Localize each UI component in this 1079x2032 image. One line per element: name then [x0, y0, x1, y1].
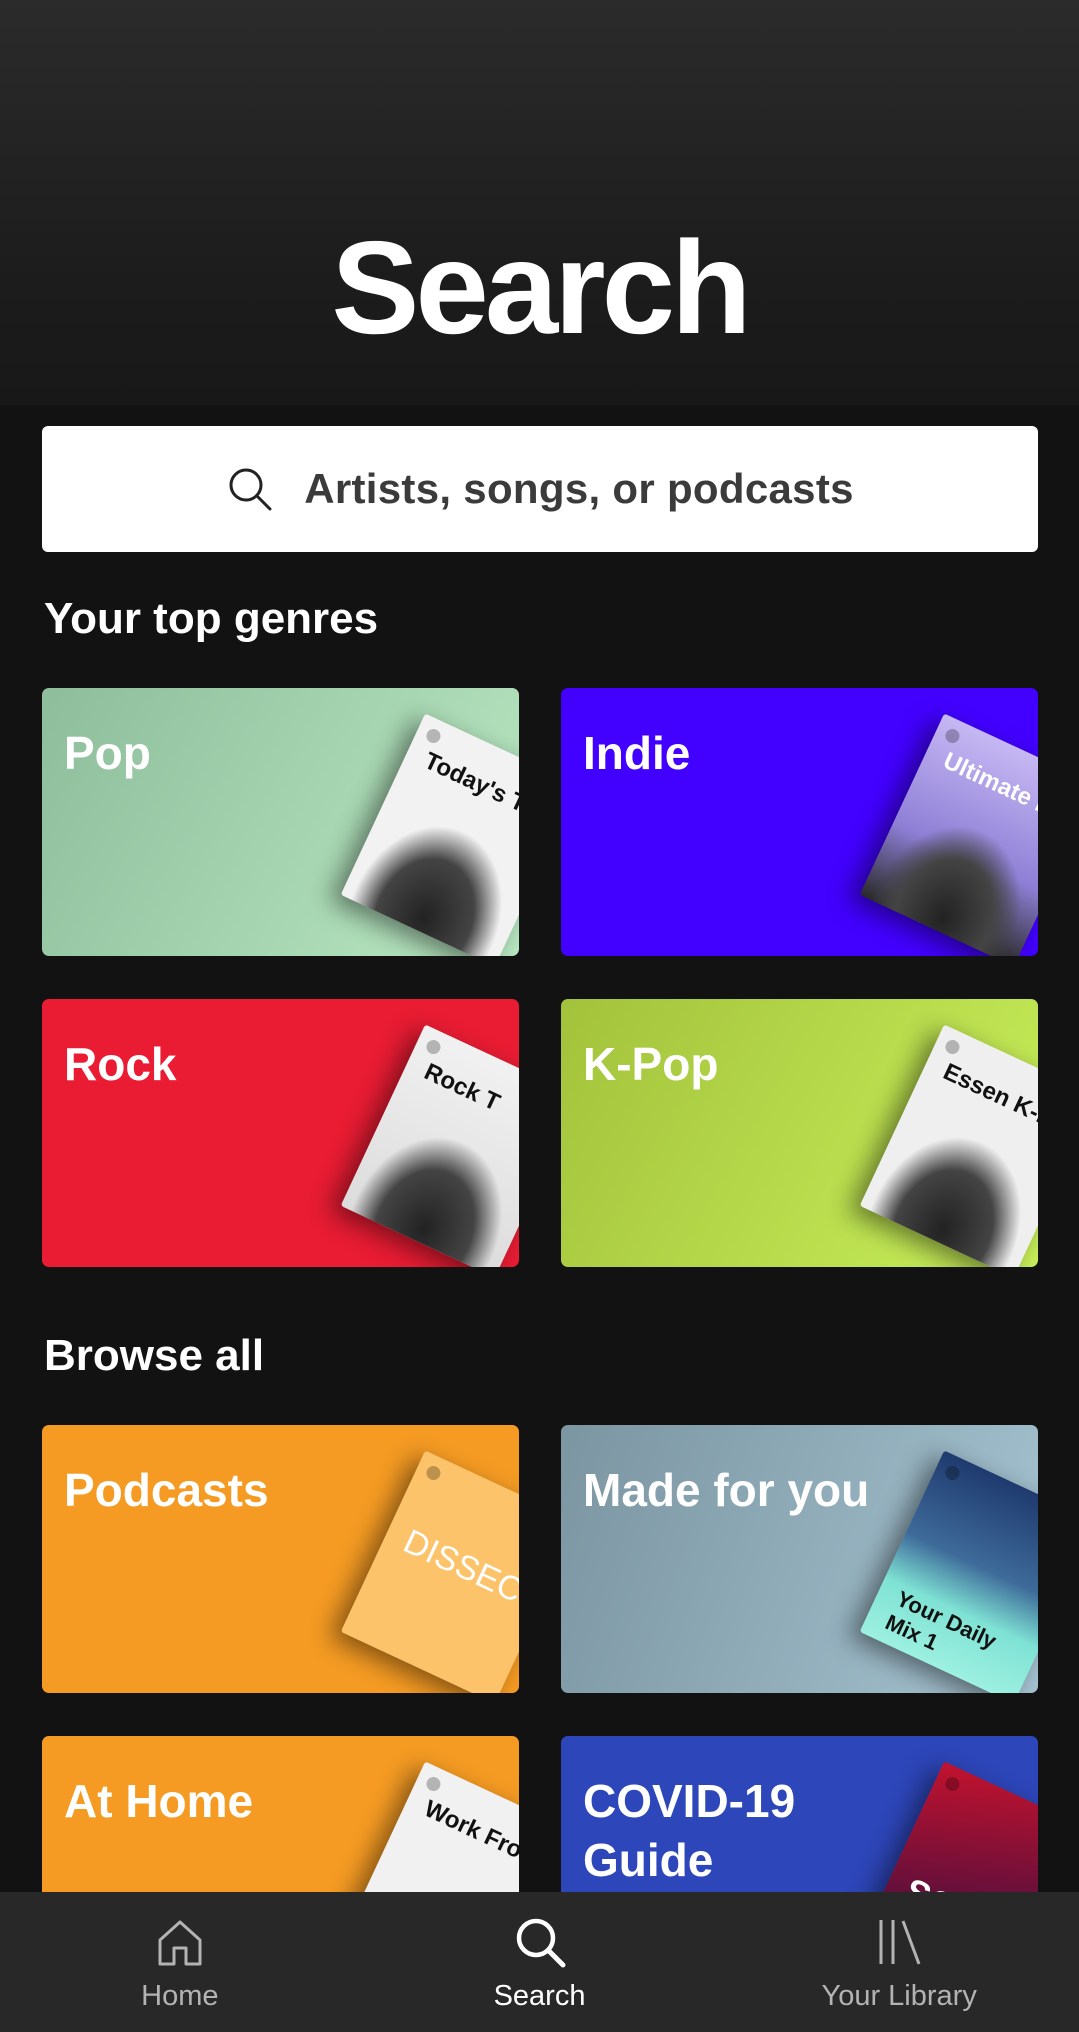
bottom-nav: Home Search Your Library — [0, 1892, 1079, 2032]
card-label: Made for you — [583, 1464, 870, 1516]
cover-caption: Your Daily Mix 1 — [881, 1585, 1001, 1656]
page-title: Search — [331, 214, 751, 361]
card-label: Rock — [64, 1038, 177, 1090]
cover-logo-icon — [943, 726, 962, 746]
search-input[interactable]: Artists, songs, or podcasts — [42, 426, 1038, 552]
card-label: At Home — [64, 1775, 254, 1827]
header: Search — [0, 0, 1079, 405]
cover-logo-icon — [943, 1463, 962, 1483]
browse-card-podcasts[interactable]: Podcasts DISSEC — [42, 1425, 519, 1693]
playlist-cover: Today's Top H — [340, 713, 519, 956]
playlist-cover: Work From — [340, 1761, 519, 1892]
playlist-cover: SCIE — [859, 1761, 1038, 1892]
card-label: Pop — [64, 727, 151, 779]
card-label: COVID-19 Guide — [583, 1775, 796, 1886]
nav-label: Home — [141, 1980, 219, 2012]
library-icon — [879, 1920, 921, 1965]
nav-item-search[interactable]: Search — [360, 1892, 720, 2032]
nav-label: Search — [493, 1980, 586, 2012]
browse-all-title: Browse all — [44, 1331, 265, 1380]
genre-card-kpop[interactable]: K-Pop Essen K-Pop — [561, 999, 1038, 1267]
browse-card-at-home[interactable]: At Home Work From — [42, 1736, 519, 1892]
cover-logo-icon — [424, 1463, 443, 1483]
cover-caption: Ultimate I — [939, 747, 1038, 818]
search-icon — [229, 468, 272, 511]
top-genres-title: Your top genres — [44, 594, 379, 643]
playlist-cover: Essen K-Pop — [859, 1024, 1038, 1267]
search-icon — [516, 1918, 565, 1968]
cover-caption: Work From — [420, 1795, 519, 1874]
cover-logo-icon — [943, 1037, 962, 1057]
genre-card-pop[interactable]: Pop Today's Top H — [42, 688, 519, 956]
card-label: Podcasts — [64, 1464, 269, 1516]
playlist-cover: DISSEC — [340, 1450, 519, 1693]
genre-card-indie[interactable]: Indie Ultimate I — [561, 688, 1038, 956]
nav-label: Your Library — [821, 1980, 977, 2012]
cover-logo-icon — [424, 1774, 443, 1794]
cover-caption: SCIE — [898, 1870, 992, 1892]
home-icon — [158, 1920, 202, 1966]
playlist-cover: Your Daily Mix 1 — [859, 1450, 1038, 1693]
cover-logo-icon — [424, 1037, 443, 1057]
cover-caption: Rock T — [420, 1058, 505, 1117]
cover-logo-icon — [424, 726, 443, 746]
playlist-cover: Rock T — [340, 1024, 519, 1267]
browse-card-made-for-you[interactable]: Made for you Your Daily Mix 1 — [561, 1425, 1038, 1693]
nav-item-home[interactable]: Home — [0, 1892, 360, 2032]
card-label: Indie — [583, 727, 691, 779]
cover-caption: DISSEC — [397, 1522, 519, 1611]
card-label: K-Pop — [583, 1038, 719, 1090]
genre-card-rock[interactable]: Rock Rock T — [42, 999, 519, 1267]
playlist-cover: Ultimate I — [859, 713, 1038, 956]
search-placeholder: Artists, songs, or podcasts — [304, 465, 854, 512]
nav-item-library[interactable]: Your Library — [719, 1892, 1079, 2032]
browse-card-covid-guide[interactable]: COVID-19 Guide SCIE — [561, 1736, 1038, 1892]
cover-logo-icon — [943, 1774, 962, 1794]
